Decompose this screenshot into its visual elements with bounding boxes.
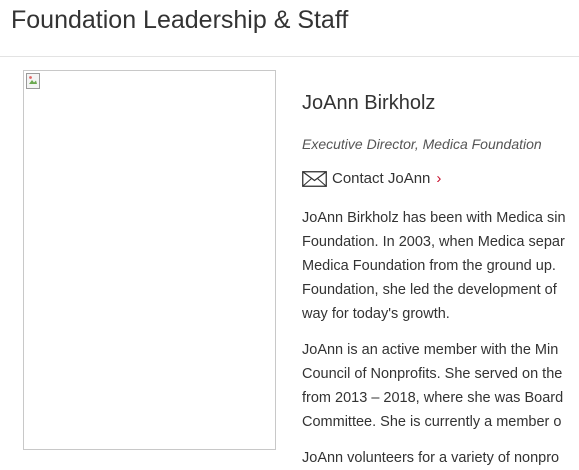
bio-paragraph: JoAnn Birkholz has been with Medica sin … [302, 206, 579, 326]
bio: JoAnn Birkholz has been with Medica sin … [302, 206, 579, 470]
page-title: Foundation Leadership & Staff [11, 6, 349, 34]
bio-line: way for today's growth. [302, 306, 450, 322]
broken-image-icon [26, 73, 40, 89]
person-name: JoAnn Birkholz [302, 92, 436, 114]
bio-line: Council of Nonprofits. She served on the [302, 366, 563, 382]
contact-link[interactable]: Contact JoAnn › [302, 169, 579, 189]
bio-paragraph: JoAnn volunteers for a variety of nonpro [302, 446, 579, 470]
bio-paragraph: JoAnn is an active member with the Min C… [302, 338, 579, 434]
bio-line: JoAnn is an active member with the Min [302, 342, 559, 358]
bio-line: Medica Foundation from the ground up. [302, 258, 556, 274]
profile-content: JoAnn Birkholz Executive Director, Medic… [302, 88, 579, 470]
bio-line: JoAnn Birkholz has been with Medica sin [302, 210, 566, 226]
chevron-right-icon: › [436, 170, 442, 187]
person-role: Executive Director, Medica Foundation [302, 136, 542, 152]
header-divider [0, 56, 579, 57]
profile-photo [23, 70, 276, 450]
contact-link-label: Contact JoAnn [332, 170, 431, 187]
bio-line: JoAnn volunteers for a variety of nonpro [302, 450, 560, 466]
envelope-icon [302, 171, 327, 187]
bio-line: Committee. She is currently a member o [302, 414, 562, 430]
bio-line: Foundation. In 2003, when Medica separ [302, 234, 565, 250]
bio-line: from 2013 – 2018, where she was Board [302, 390, 564, 406]
bio-line: Foundation, she led the development of [302, 282, 557, 298]
